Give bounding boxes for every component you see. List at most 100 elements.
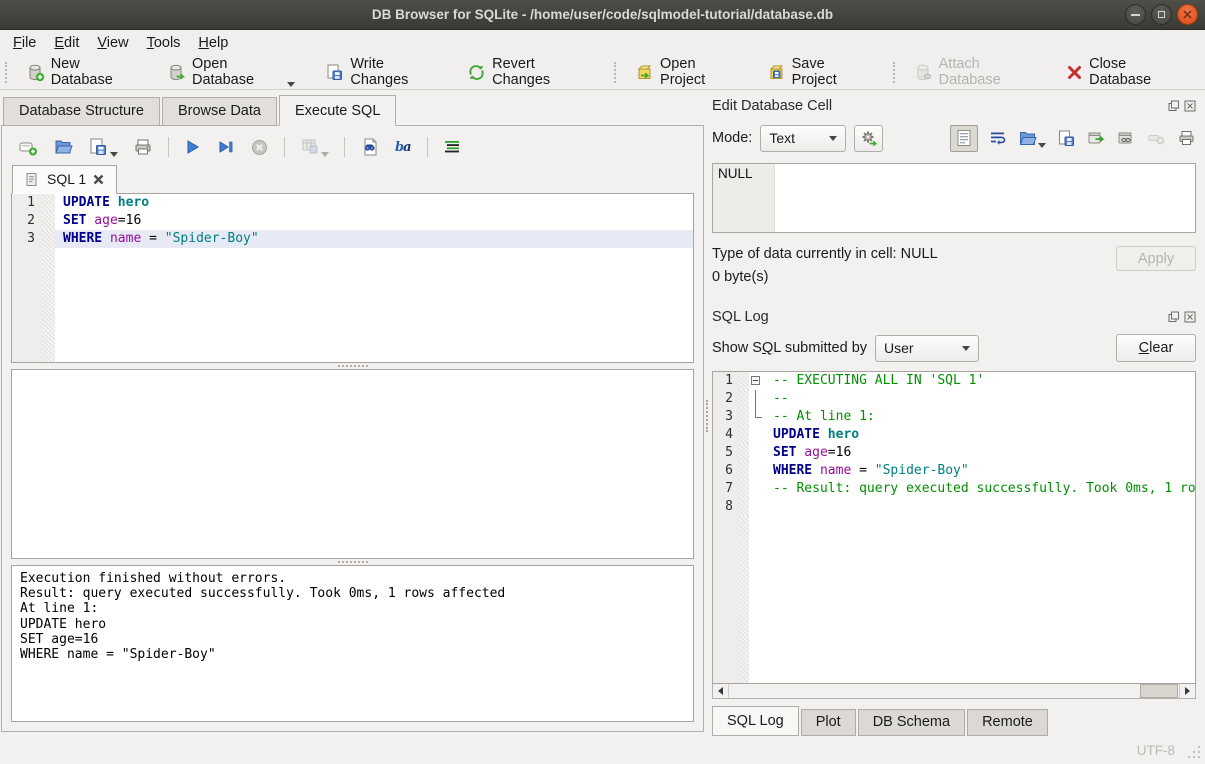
- tab-db-schema[interactable]: DB Schema: [858, 709, 965, 736]
- sql-log-view[interactable]: 1-- EXECUTING ALL IN 'SQL 1' 2-- 3-- At …: [712, 371, 1196, 684]
- fold-margin: [739, 444, 749, 462]
- log-filter-select[interactable]: User: [875, 335, 979, 362]
- minimize-button[interactable]: [1125, 4, 1146, 25]
- open-database-button[interactable]: Open Database: [159, 52, 303, 92]
- revert-changes-label: Revert Changes: [492, 56, 587, 88]
- save-sql-file-dropdown-icon[interactable]: [110, 152, 118, 157]
- import-cell-button[interactable]: [1018, 129, 1046, 148]
- edit-cell-header: Edit Database Cell: [712, 95, 1196, 117]
- line-number: 2: [713, 390, 739, 408]
- tab-browse-data[interactable]: Browse Data: [162, 97, 277, 125]
- fold-margin: [739, 516, 749, 683]
- panel-splitter[interactable]: [704, 95, 710, 736]
- resize-grip[interactable]: [1198, 756, 1200, 758]
- tab-database-structure[interactable]: Database Structure: [3, 97, 160, 125]
- log-horizontal-scrollbar[interactable]: [712, 684, 1196, 699]
- cell-text-area[interactable]: [775, 164, 1195, 232]
- right-panel: Edit Database Cell Mode: Text: [710, 95, 1205, 736]
- tab-plot[interactable]: Plot: [801, 709, 856, 736]
- maximize-icon: [1158, 11, 1165, 18]
- execute-all-icon[interactable]: [184, 138, 202, 156]
- editor-empty-area[interactable]: [12, 248, 693, 362]
- editor-results-splitter[interactable]: [11, 363, 694, 369]
- write-changes-button[interactable]: Write Changes: [317, 52, 445, 92]
- menu-help[interactable]: Help: [189, 33, 237, 53]
- copy-link-icon[interactable]: [1117, 129, 1136, 148]
- dock-close-icon: [1184, 100, 1196, 112]
- menu-file[interactable]: File: [4, 33, 45, 53]
- sql-tab[interactable]: SQL 1: [12, 165, 117, 194]
- toolbar-drag-handle[interactable]: [614, 62, 620, 83]
- scroll-left-button[interactable]: [713, 684, 729, 698]
- titlebar[interactable]: DB Browser for SQLite - /home/user/code/…: [0, 0, 1205, 30]
- clear-log-button[interactable]: Clear: [1116, 334, 1196, 362]
- auto-switch-mode-button[interactable]: [854, 125, 883, 152]
- save-project-button[interactable]: Save Project: [759, 52, 874, 92]
- open-external-icon[interactable]: [1087, 129, 1106, 148]
- results-grid[interactable]: [11, 369, 694, 559]
- menu-view[interactable]: View: [88, 33, 137, 53]
- open-database-dropdown-icon[interactable]: [287, 82, 295, 87]
- encoding-indicator[interactable]: UTF-8: [1137, 743, 1175, 758]
- find-icon[interactable]: [360, 137, 380, 157]
- text-mode-button[interactable]: [950, 125, 978, 152]
- dock-close-button[interactable]: [1184, 100, 1196, 112]
- dock-float-button[interactable]: [1168, 311, 1180, 323]
- new-database-button[interactable]: New Database: [18, 52, 145, 92]
- save-sql-file-button[interactable]: [88, 137, 118, 157]
- fold-margin: [739, 372, 749, 390]
- results-messages-splitter[interactable]: [11, 559, 694, 565]
- save-sql-file-icon: [88, 137, 108, 157]
- toolbar-separator: [168, 137, 169, 157]
- tab-sql-log[interactable]: SQL Log: [712, 706, 799, 736]
- select-caret-icon: [962, 346, 970, 351]
- close-button[interactable]: [1177, 4, 1198, 25]
- tab-execute-sql[interactable]: Execute SQL: [279, 95, 396, 126]
- save-project-icon: [767, 63, 786, 82]
- edit-cell-title: Edit Database Cell: [712, 98, 832, 114]
- maximize-button[interactable]: [1151, 4, 1172, 25]
- menu-tools[interactable]: Tools: [138, 33, 190, 53]
- code-line[interactable]: UPDATE hero: [55, 194, 693, 212]
- mode-select[interactable]: Text: [760, 125, 846, 152]
- fold-margin: [739, 498, 749, 516]
- log-filter-value: User: [884, 340, 914, 356]
- close-database-button[interactable]: Close Database: [1058, 52, 1191, 92]
- cell-mode-row: Mode: Text: [712, 121, 1196, 155]
- code-line[interactable]: SET age=16: [55, 212, 693, 230]
- fold-column: [749, 462, 765, 480]
- fold-column: [749, 498, 765, 516]
- sql-file-icon: [25, 172, 40, 187]
- line-number: 1: [713, 372, 739, 390]
- open-sql-file-icon[interactable]: [53, 137, 73, 157]
- print-icon[interactable]: [133, 137, 153, 157]
- toolbar-drag-handle[interactable]: [893, 62, 899, 83]
- word-wrap-icon[interactable]: [989, 129, 1007, 147]
- open-project-button[interactable]: Open Project: [627, 52, 745, 92]
- revert-changes-button[interactable]: Revert Changes: [459, 52, 595, 92]
- dock-float-button[interactable]: [1168, 100, 1180, 112]
- toolbar-drag-handle[interactable]: [5, 62, 11, 83]
- close-tab-icon[interactable]: [93, 174, 104, 185]
- scrollbar-track[interactable]: [729, 684, 1179, 698]
- scrollbar-thumb[interactable]: [1140, 684, 1178, 698]
- execute-current-line-icon[interactable]: [217, 138, 235, 156]
- cell-value-editor[interactable]: NULL: [712, 163, 1196, 233]
- export-cell-icon[interactable]: [1057, 129, 1076, 148]
- execution-messages[interactable]: Execution finished without errors.Result…: [11, 565, 694, 722]
- format-sql-icon[interactable]: [443, 138, 461, 156]
- token-table: hero: [820, 427, 859, 442]
- tab-remote[interactable]: Remote: [967, 709, 1048, 736]
- sql-editor[interactable]: 1UPDATE hero 2SET age=16 3WHERE name = "…: [11, 193, 694, 363]
- import-dropdown-icon[interactable]: [1038, 143, 1046, 148]
- fold-collapse-icon[interactable]: [751, 376, 760, 385]
- code-line[interactable]: WHERE name = "Spider-Boy": [55, 230, 693, 248]
- new-tab-icon[interactable]: [18, 137, 38, 157]
- dock-close-button[interactable]: [1184, 311, 1196, 323]
- menu-edit[interactable]: Edit: [45, 33, 88, 53]
- log-line: 7-- Result: query executed successfully.…: [713, 480, 1195, 498]
- replace-icon[interactable]: ba: [395, 140, 412, 155]
- scroll-right-button[interactable]: [1179, 684, 1195, 698]
- print-cell-icon[interactable]: [1177, 129, 1196, 148]
- dock-float-icon: [1168, 311, 1180, 323]
